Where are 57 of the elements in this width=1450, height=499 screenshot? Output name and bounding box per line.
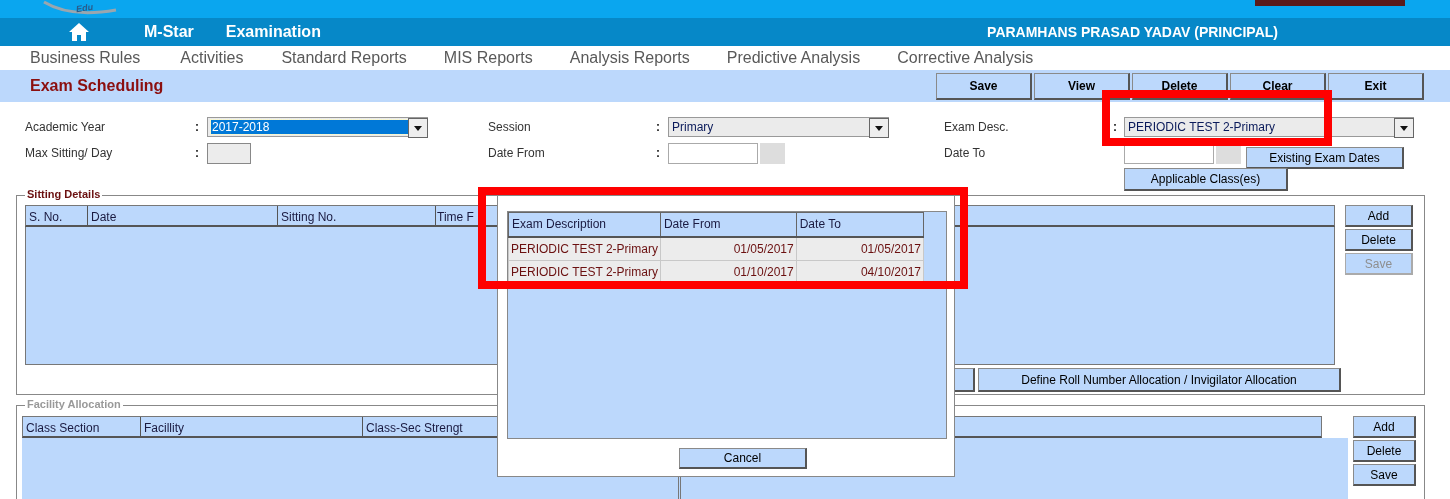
group-title: Facility Allocation bbox=[25, 398, 123, 410]
menu-item[interactable]: MIS Reports bbox=[443, 49, 533, 67]
colon: : bbox=[656, 120, 661, 134]
column-header: S. No. bbox=[26, 206, 88, 225]
colon: : bbox=[195, 146, 200, 160]
menu-item[interactable]: Standard Reports bbox=[281, 49, 407, 67]
dropdown-value: PERIODIC TEST 2-Primary bbox=[1128, 120, 1275, 134]
column-header: Facillity bbox=[141, 417, 363, 436]
logo-text: Edu bbox=[75, 1, 94, 15]
menu-item[interactable]: Analysis Reports bbox=[569, 49, 690, 67]
column-header: Date bbox=[88, 206, 278, 225]
caret-icon[interactable] bbox=[1400, 125, 1408, 131]
field-label: Exam Desc. bbox=[944, 120, 1010, 134]
colon: : bbox=[195, 120, 200, 134]
caret-icon[interactable] bbox=[414, 125, 422, 131]
existing-dates-button[interactable]: Existing Exam Dates bbox=[1246, 147, 1404, 169]
field-label: Date From bbox=[488, 146, 546, 160]
column-header: Exam Description bbox=[508, 212, 661, 237]
dropdown-field[interactable]: PERIODIC TEST 2-Primary bbox=[1124, 117, 1414, 137]
toolbar-button[interactable]: View bbox=[1034, 72, 1130, 100]
field-label: Session bbox=[488, 120, 532, 134]
colon: : bbox=[656, 146, 661, 160]
page-title: Exam Scheduling bbox=[30, 77, 164, 95]
table-cell: PERIODIC TEST 2-Primary bbox=[508, 236, 661, 260]
app-name: M-Star bbox=[144, 23, 194, 41]
dropdown-value: 2017-2018 bbox=[211, 120, 408, 134]
toolbar-button[interactable]: Exit bbox=[1328, 72, 1424, 100]
menu-item[interactable]: Business Rules bbox=[30, 49, 141, 67]
cancel-button[interactable]: Cancel bbox=[679, 448, 807, 469]
table-cell: 01/05/2017 bbox=[660, 236, 797, 260]
input-field[interactable] bbox=[207, 142, 251, 164]
column-header: Class Section bbox=[23, 417, 141, 436]
field-label: Academic Year bbox=[25, 120, 107, 134]
dropdown-value: Primary bbox=[672, 120, 714, 134]
applicable-classes-button[interactable]: Applicable Class(es) bbox=[1124, 167, 1288, 191]
menu-item[interactable]: Predictive Analysis bbox=[726, 49, 861, 67]
column-header: Sitting No. bbox=[278, 206, 436, 225]
menu-item[interactable]: Activities bbox=[180, 49, 244, 67]
column-header: Date From bbox=[660, 212, 797, 237]
field-label: Date To bbox=[944, 146, 987, 160]
dropdown-field[interactable]: 2017-2018 bbox=[207, 117, 428, 137]
dropdown-field[interactable]: Primary bbox=[668, 117, 889, 137]
colon: : bbox=[1113, 120, 1118, 134]
home-icon[interactable] bbox=[68, 22, 90, 42]
group-title: Sitting Details bbox=[25, 188, 103, 200]
roll-number-allocation-button[interactable]: Define Roll Number Allocation / Invigilator Allocation bbox=[978, 368, 1341, 392]
module-name[interactable]: Examination bbox=[225, 23, 321, 41]
date-field[interactable] bbox=[668, 142, 758, 164]
side-button[interactable]: Delete bbox=[1345, 229, 1413, 251]
user-name: PARAMHANS PRASAD YADAV (PRINCIPAL) bbox=[987, 24, 1278, 40]
caret-icon[interactable] bbox=[875, 125, 883, 131]
column-header: Date To bbox=[796, 212, 924, 237]
toolbar-button[interactable]: Save bbox=[936, 72, 1032, 100]
field-label: Max Sitting/ Day bbox=[25, 146, 114, 160]
side-button[interactable]: Add bbox=[1345, 205, 1413, 227]
menu-item[interactable]: Corrective Analysis bbox=[897, 49, 1034, 67]
table-cell: 01/05/2017 bbox=[796, 236, 924, 260]
